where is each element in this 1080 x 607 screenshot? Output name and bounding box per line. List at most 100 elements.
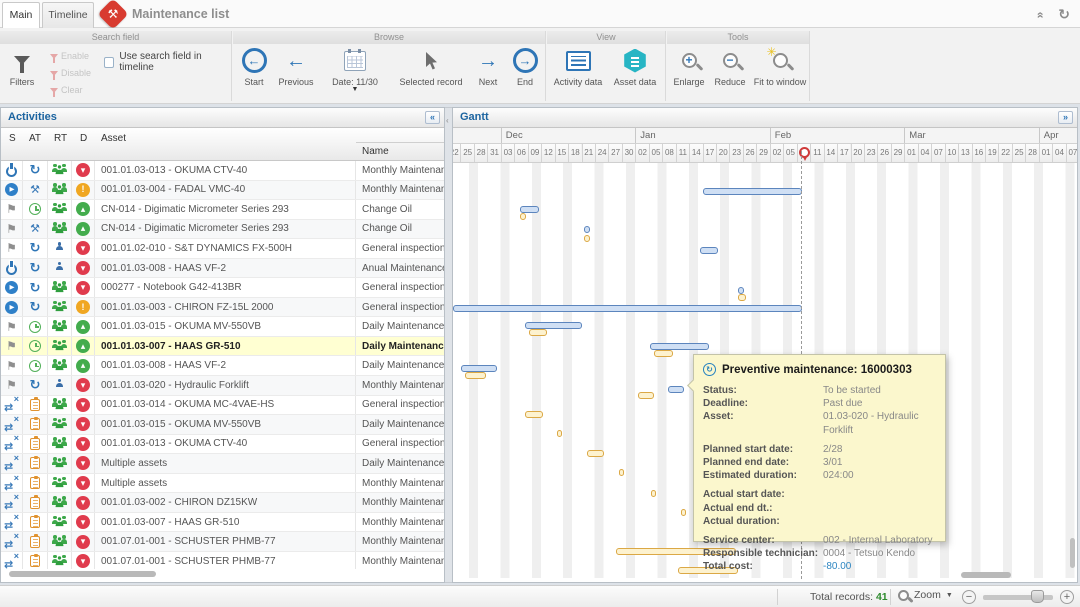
gantt-bar[interactable] [650,343,709,350]
table-row[interactable]: ⚑↻▾001.01.02-010 - S&T DYNAMICS FX-500HG… [1,239,444,259]
gantt-bar[interactable] [557,430,562,437]
table-row[interactable]: ⇄×▾001.01.03-002 - CHIRON DZ15KWMonthly … [1,493,444,513]
zoom-in-button[interactable]: + [1060,590,1074,604]
gantt-bar[interactable] [520,206,539,213]
table-row[interactable]: ⇄×▾001.01.03-013 - OKUMA CTV-40General i… [1,435,444,455]
table-row[interactable]: ⚑▴001.01.03-007 - HAAS GR-510Daily Maint… [1,337,444,357]
gantt-day-cell: 31 [487,144,500,163]
zoom-out-icon: − [723,53,738,68]
gantt-bar[interactable] [738,294,746,301]
fit-to-window-button[interactable]: ✳ Fit to window [751,47,809,87]
gantt-bar[interactable] [584,235,590,242]
collapse-panel-button[interactable]: « [425,111,440,124]
col-header-name[interactable]: Name [362,146,389,157]
gantt-bar[interactable] [525,322,582,329]
gantt-day-cell: 01 [904,144,917,163]
gantt-bar[interactable] [461,365,497,372]
name-cell: Monthly Maintenance [356,181,444,200]
header-divider [356,142,444,143]
filter-mini-icon [50,88,58,93]
gantt-day-cell [797,144,810,163]
table-row[interactable]: ▶↻▾000277 - Notebook G42-413BRGeneral in… [1,278,444,298]
gantt-bar[interactable] [738,287,744,294]
clipboard-icon [30,536,40,548]
gantt-horizontal-scrollbar[interactable] [961,572,1011,578]
use-search-field-checkbox[interactable]: Use search field in timeline [104,51,231,73]
horizontal-scrollbar[interactable] [9,571,156,577]
col-header-rt[interactable]: RT [54,133,67,144]
table-row[interactable]: ▶↻!001.01.03-003 - CHIRON FZ-15L 2000Gen… [1,298,444,318]
previous-button[interactable]: ← Previous [272,47,320,87]
asset-cell: 001.01.03-013 - OKUMA CTV-40 [95,161,356,180]
gantt-bar[interactable] [529,329,547,336]
col-header-asset[interactable]: Asset [101,133,126,144]
table-row[interactable]: ⚑↻▾001.01.03-020 - Hydraulic ForkliftMon… [1,376,444,396]
filters-button[interactable]: Filters [3,47,41,87]
gantt-bar[interactable] [668,386,684,393]
gantt-bar[interactable] [453,305,802,312]
col-header-s[interactable]: S [9,133,16,144]
gantt-bar[interactable] [651,490,656,497]
gantt-bar[interactable] [638,392,654,399]
start-button[interactable]: ← Start [236,47,272,87]
next-button[interactable]: → Next [469,47,507,87]
table-row[interactable]: ⇄×▾001.01.03-015 - OKUMA MV-550VBDaily M… [1,415,444,435]
col-header-at[interactable]: AT [29,133,41,144]
date-button[interactable]: Date: 11/30 ▼ [323,47,387,93]
table-row[interactable]: ↻▾001.01.03-013 - OKUMA CTV-40Monthly Ma… [1,161,444,181]
gantt-bar[interactable] [700,247,718,254]
activity-data-button[interactable]: Activity data [549,47,607,87]
gantt-day-cell: 14 [824,144,837,163]
table-row[interactable]: ⇄×▾Multiple assetsDaily Maintenance [1,454,444,474]
gantt-bar[interactable] [465,372,486,379]
gantt-bar[interactable] [584,226,590,233]
table-row[interactable]: ↻▾001.01.03-008 - HAAS VF-2Anual Mainten… [1,259,444,279]
preventive-icon: ↻ [30,280,41,296]
tooltip-field: Service center:002 - Internal Laboratory [703,534,936,547]
gantt-bar[interactable] [520,213,526,220]
splitter-handle-icon[interactable]: ‹ [446,116,449,125]
asset-data-button[interactable]: Asset data [607,47,663,87]
enlarge-button[interactable]: + Enlarge [667,47,711,87]
zoom-slider-thumb[interactable] [1031,590,1044,603]
gantt-bar[interactable] [525,411,543,418]
table-row[interactable]: ⇄×▾001.07.01-001 - SCHUSTER PHMB-77Month… [1,552,444,569]
collapse-ribbon-icon[interactable]: » [1032,12,1046,19]
checkbox-box[interactable] [104,57,114,68]
table-row[interactable]: ⇄×▾001.07.01-001 - SCHUSTER PHMB-77Month… [1,532,444,552]
gantt-bar[interactable] [654,350,673,357]
gantt-vertical-scrollbar[interactable] [1070,538,1075,568]
gantt-bar[interactable] [681,509,686,516]
refresh-icon[interactable]: ↻ [1058,6,1070,23]
table-row[interactable]: ⇄×▾001.01.03-014 - OKUMA MC-4VAE-HSGener… [1,396,444,416]
gantt-bar[interactable] [703,188,802,195]
gantt-day-cell: 02 [770,144,783,163]
zoom-menu[interactable]: Zoom ▼ [898,589,953,601]
zoom-out-button[interactable]: − [962,590,976,604]
table-row[interactable]: ⚑▴CN-014 - Digimatic Micrometer Series 2… [1,200,444,220]
table-row[interactable]: ⇄×▾Multiple assetsMonthly Maintenance [1,474,444,494]
table-row[interactable]: ▶⚒!001.01.03-004 - FADAL VMC-40Monthly M… [1,181,444,201]
name-cell: General inspection [356,435,444,454]
panel-splitter[interactable]: ‹ [445,107,452,583]
name-cell: Monthly Maintenance [356,474,444,493]
reduce-button[interactable]: − Reduce [709,47,751,87]
gantt-bar[interactable] [619,469,624,476]
preventive-icon: ↻ [30,260,41,276]
tab-timeline[interactable]: Timeline [42,2,94,28]
warning-icon: ! [76,183,90,197]
table-row[interactable]: ⚑⚒▴CN-014 - Digimatic Micrometer Series … [1,220,444,240]
overdue-icon: ▾ [76,535,90,549]
gantt-bar[interactable] [587,450,604,457]
table-row[interactable]: ⇄×▾001.01.03-007 - HAAS GR-510Monthly Ma… [1,513,444,533]
table-row[interactable]: ⚑▴001.01.03-015 - OKUMA MV-550VBDaily Ma… [1,317,444,337]
gantt-day-cell: 11 [810,144,823,163]
gantt-day-cell: 27 [608,144,621,163]
table-row[interactable]: ⚑▴001.01.03-008 - HAAS VF-2Daily Mainten… [1,356,444,376]
selected-record-button[interactable]: Selected record [395,47,467,87]
end-button[interactable]: → End [507,47,543,87]
clock-icon [29,360,41,372]
tab-main[interactable]: Main [2,2,40,28]
expand-panel-button[interactable]: » [1058,111,1073,124]
col-header-d[interactable]: D [80,133,87,144]
